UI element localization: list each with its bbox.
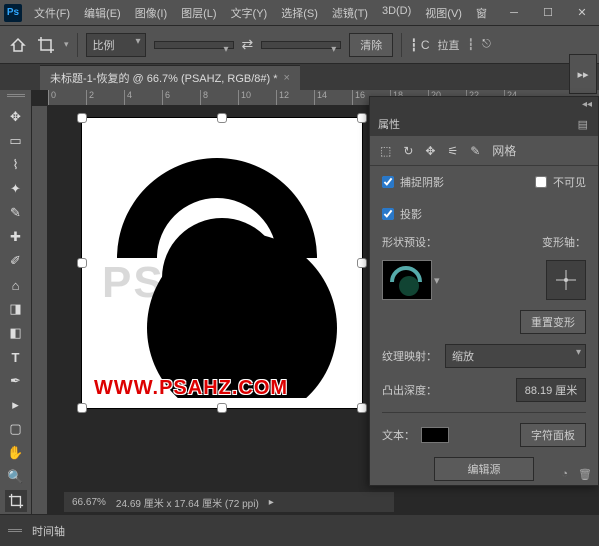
panel-menu-icon[interactable]: ▤ [578, 118, 590, 131]
panel-collapse-icon[interactable]: ◂◂ [582, 99, 592, 110]
ratio-select[interactable]: 比例 [86, 33, 146, 57]
render-icon[interactable]: ◔ [561, 468, 568, 481]
canvas[interactable]: PSA WWW.PSAHZ.COM [82, 118, 362, 408]
title-bar: Ps 文件(F) 编辑(E) 图像(I) 图层(L) 文字(Y) 选择(S) 滤… [0, 0, 599, 26]
doc-info-chevron-icon[interactable]: ▸ [269, 497, 274, 508]
tab-cap-icon[interactable]: ✎ [470, 144, 480, 158]
invisible-checkbox[interactable]: 不可见 [535, 174, 586, 190]
maximize-icon[interactable]: ☐ [535, 3, 561, 23]
panel-grip-icon[interactable] [7, 94, 25, 100]
straighten-icon[interactable]: ┇ C [410, 38, 429, 52]
reset-deform-button[interactable]: 重置变形 [520, 310, 586, 334]
eyedropper-tool-icon[interactable]: ✎ [5, 202, 27, 224]
preset-dropdown-icon[interactable]: ▾ [434, 274, 440, 287]
shape-tool-icon[interactable]: ▢ [5, 418, 27, 440]
brush-tool-icon[interactable]: ✐ [5, 250, 27, 272]
texture-map-label: 纹理映射： [382, 348, 437, 364]
tab-deform-icon[interactable]: ⚟ [447, 144, 458, 158]
texture-map-select[interactable]: 缩放 [445, 344, 586, 368]
menu-file[interactable]: 文件(F) [28, 2, 76, 24]
crop-tool-icon[interactable] [36, 35, 56, 55]
menu-select[interactable]: 选择(S) [275, 2, 324, 24]
lasso-tool-icon[interactable]: ⌇ [5, 154, 27, 176]
catch-shadow-checkbox[interactable]: 捕捉阴影 [382, 174, 444, 190]
ps-logo: Ps [4, 4, 22, 22]
gradient-tool-icon[interactable]: ◧ [5, 322, 27, 344]
stamp-tool-icon[interactable]: ⌂ [5, 274, 27, 296]
status-bar: 66.67% 24.69 厘米 x 17.64 厘米 (72 ppi) ▸ [64, 492, 394, 512]
canvas-text-layer: PSA [102, 258, 198, 308]
text-label: 文本： [382, 427, 415, 443]
export-icon[interactable]: ⎋ [482, 38, 491, 51]
path-select-tool-icon[interactable]: ▸ [5, 394, 27, 416]
divider [77, 33, 78, 57]
properties-panel: ◂◂ 属性 ▤ ⬚ ↻ ✥ ⚟ ✎ 网格 捕捉阴影 不可见 投影 形状预设： 变… [369, 96, 599, 486]
tab-mesh-label[interactable]: 网格 [492, 142, 516, 159]
ruler-vertical [32, 106, 48, 526]
menu-window[interactable]: 窗 [470, 2, 493, 24]
deform-axis-label: 变形轴： [542, 234, 586, 250]
marquee-tool-icon[interactable]: ▭ [5, 130, 27, 152]
ratio-width-input[interactable] [154, 41, 234, 49]
cast-shadow-checkbox[interactable]: 投影 [382, 206, 586, 222]
shape-preset-thumb[interactable] [382, 260, 432, 300]
options-bar: ▾ 比例 ⇄ 清除 ┇ C 拉直 ┇ ⎋ [0, 26, 599, 64]
pen-tool-icon[interactable]: ✒ [5, 370, 27, 392]
menu-type[interactable]: 文字(Y) [225, 2, 274, 24]
menu-3d[interactable]: 3D(D) [376, 2, 417, 24]
tab-rotate-icon[interactable]: ↻ [403, 144, 413, 158]
menu-image[interactable]: 图像(I) [129, 2, 173, 24]
timeline-grip-icon[interactable] [8, 529, 22, 532]
extrude-depth-field[interactable]: 88.19 厘米 [516, 378, 586, 402]
clear-button[interactable]: 清除 [349, 33, 393, 57]
trash-icon[interactable]: 🗑 [578, 468, 592, 481]
menu-view[interactable]: 视图(V) [419, 2, 468, 24]
edit-source-button[interactable]: 编辑源 [434, 457, 534, 481]
timeline-label: 时间轴 [32, 523, 65, 539]
menu-layer[interactable]: 图层(L) [175, 2, 222, 24]
tab-close-icon[interactable]: × [284, 72, 290, 84]
crop-tool-panel-icon[interactable] [5, 490, 27, 512]
doc-info: 24.69 厘米 x 17.64 厘米 (72 ppi) [116, 495, 259, 510]
type-tool-icon[interactable]: T [5, 346, 27, 368]
properties-title[interactable]: 属性 ▤ [370, 112, 598, 136]
text-color-swatch[interactable] [421, 427, 449, 443]
move-tool-icon[interactable]: ✥ [5, 106, 27, 128]
document-tab-label: 未标题-1-恢复的 @ 66.7% (PSAHZ, RGB/8#) * [50, 70, 278, 86]
home-icon[interactable] [8, 35, 28, 55]
divider [401, 33, 402, 57]
ratio-height-input[interactable] [261, 41, 341, 49]
zoom-tool-icon[interactable]: 🔍 [5, 466, 27, 488]
eraser-tool-icon[interactable]: ◨ [5, 298, 27, 320]
collapse-panels-icon[interactable]: ▸▸ [569, 54, 597, 94]
swap-icon[interactable]: ⇄ [242, 36, 254, 53]
hand-tool-icon[interactable]: ✋ [5, 442, 27, 464]
main-menu: 文件(F) 编辑(E) 图像(I) 图层(L) 文字(Y) 选择(S) 滤镜(T… [28, 2, 501, 24]
healing-tool-icon[interactable]: ✚ [5, 226, 27, 248]
char-panel-button[interactable]: 字符面板 [520, 423, 586, 447]
zoom-level[interactable]: 66.67% [72, 497, 106, 508]
minimize-icon[interactable]: ─ [501, 3, 527, 23]
timeline-panel[interactable]: 时间轴 [0, 514, 599, 546]
deform-axis-widget[interactable] [546, 260, 586, 300]
watermark: WWW.PSAHZ.COM [94, 377, 288, 400]
tab-coord-icon[interactable]: ✥ [425, 144, 435, 158]
tools-panel: ✥ ▭ ⌇ ✦ ✎ ✚ ✐ ⌂ ◨ ◧ T ✒ ▸ ▢ ✋ 🔍 ⋯ [0, 90, 32, 546]
menu-edit[interactable]: 编辑(E) [78, 2, 127, 24]
extrude-depth-label: 凸出深度： [382, 382, 437, 398]
straighten-label: 拉直 [438, 37, 460, 53]
menu-filter[interactable]: 滤镜(T) [326, 2, 374, 24]
tab-mesh-icon[interactable]: ⬚ [380, 144, 391, 158]
magic-wand-tool-icon[interactable]: ✦ [5, 178, 27, 200]
document-tab[interactable]: 未标题-1-恢复的 @ 66.7% (PSAHZ, RGB/8#) * × [40, 65, 300, 90]
properties-tabs: ⬚ ↻ ✥ ⚟ ✎ 网格 [370, 136, 598, 166]
close-icon[interactable]: ✕ [569, 3, 595, 23]
shape-preset-label: 形状预设： [382, 234, 437, 250]
document-tab-bar: 未标题-1-恢复的 @ 66.7% (PSAHZ, RGB/8#) * × [0, 64, 599, 90]
